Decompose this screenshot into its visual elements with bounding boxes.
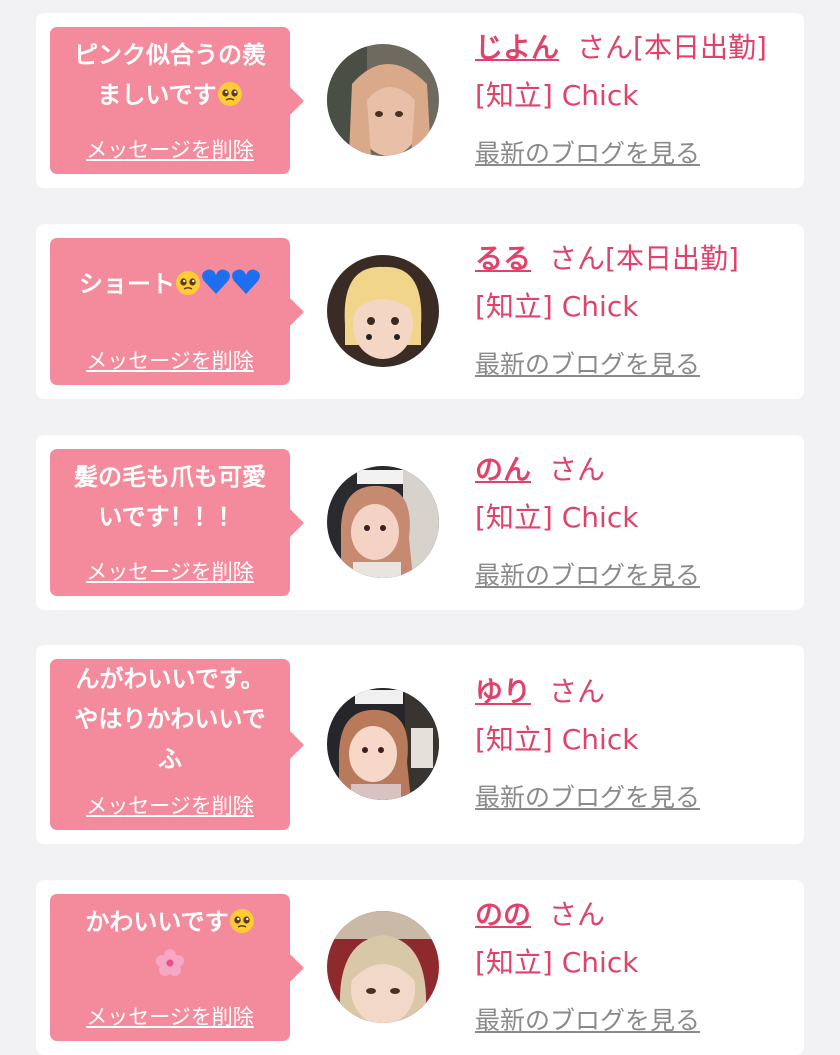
message-bubble: ピンク似合うの羨 ましいです メッセージを削除 (50, 27, 304, 174)
girl-name-link[interactable]: るる (475, 242, 531, 275)
message-card: ショート メッセージを削除 るる さん[本日出勤] [知立] Chick 最新のブ… (36, 224, 804, 399)
message-card: かわいいです メッセージを削除 のの さん [知立] Chick 最新のブログを見… (36, 880, 804, 1055)
avatar[interactable] (327, 255, 439, 367)
cherry-blossom-icon (155, 948, 185, 990)
girl-info: ゆり さん [知立] Chick 最新のブログを見る (475, 674, 700, 814)
avatar[interactable] (327, 466, 439, 578)
pleading-face-icon (217, 79, 243, 119)
message-bubble: ショート メッセージを削除 (50, 238, 304, 385)
girl-name-link[interactable]: ゆり (475, 675, 531, 708)
message-card: 髪の毛も爪も可愛 いです！！！ メッセージを削除 のん さん [知立] Chick… (36, 435, 804, 610)
shop-label: [知立] Chick (475, 501, 639, 534)
message-bubble: 髪の毛も爪も可愛 いです！！！ メッセージを削除 (50, 449, 304, 596)
girl-name-link[interactable]: のの (475, 898, 531, 931)
delete-message-link[interactable]: メッセージを削除 (50, 345, 290, 375)
message-bubble: かわいいです メッセージを削除 (50, 894, 304, 1041)
shop-label: [知立] Chick (475, 290, 639, 323)
message-card: ピンク似合うの羨 ましいです メッセージを削除 じよん さん[本日出勤] [知立]… (36, 13, 804, 188)
message-text: ピンク似合うの羨 ましいです (50, 27, 290, 119)
shop-label: [知立] Chick (475, 946, 639, 979)
pleading-face-icon (175, 268, 201, 308)
name-suffix: さん (549, 675, 606, 708)
message-card: んがわいいです。 やはりかわいいで ふ メッセージを削除 ゆり さん [知立] C… (36, 645, 804, 844)
blue-heart-icon (201, 268, 231, 308)
latest-blog-link[interactable]: 最新のブログを見る (475, 1001, 700, 1037)
girl-name-link[interactable]: のん (475, 453, 531, 486)
shop-label: [知立] Chick (475, 723, 639, 756)
name-suffix: さん[本日出勤] (549, 242, 739, 275)
name-suffix: さん[本日出勤] (577, 31, 767, 64)
avatar[interactable] (327, 44, 439, 156)
girl-info: るる さん[本日出勤] [知立] Chick 最新のブログを見る (475, 241, 739, 381)
girl-name-link[interactable]: じよん (475, 31, 559, 64)
girl-info: のの さん [知立] Chick 最新のブログを見る (475, 897, 700, 1037)
delete-message-link[interactable]: メッセージを削除 (50, 556, 290, 586)
delete-message-link[interactable]: メッセージを削除 (50, 134, 290, 164)
blue-heart-icon (231, 268, 261, 308)
name-suffix: さん (549, 898, 606, 931)
latest-blog-link[interactable]: 最新のブログを見る (475, 556, 700, 592)
latest-blog-link[interactable]: 最新のブログを見る (475, 778, 700, 814)
pleading-face-icon (229, 906, 255, 946)
message-text: んがわいいです。 やはりかわいいで ふ (74, 665, 266, 773)
message-text: ショート (50, 238, 290, 308)
latest-blog-link[interactable]: 最新のブログを見る (475, 345, 700, 381)
message-bubble: んがわいいです。 やはりかわいいで ふ メッセージを削除 (50, 659, 304, 830)
avatar[interactable] (327, 911, 439, 1023)
message-text: かわいいです (50, 894, 290, 990)
avatar[interactable] (327, 688, 439, 800)
name-suffix: さん (549, 453, 606, 486)
delete-message-link[interactable]: メッセージを削除 (50, 1001, 290, 1031)
latest-blog-link[interactable]: 最新のブログを見る (475, 134, 700, 170)
girl-info: のん さん [知立] Chick 最新のブログを見る (475, 452, 700, 592)
message-text: 髪の毛も爪も可愛 いです！！！ (74, 463, 266, 531)
shop-label: [知立] Chick (475, 79, 639, 112)
delete-message-link[interactable]: メッセージを削除 (50, 790, 290, 820)
girl-info: じよん さん[本日出勤] [知立] Chick 最新のブログを見る (475, 30, 767, 170)
